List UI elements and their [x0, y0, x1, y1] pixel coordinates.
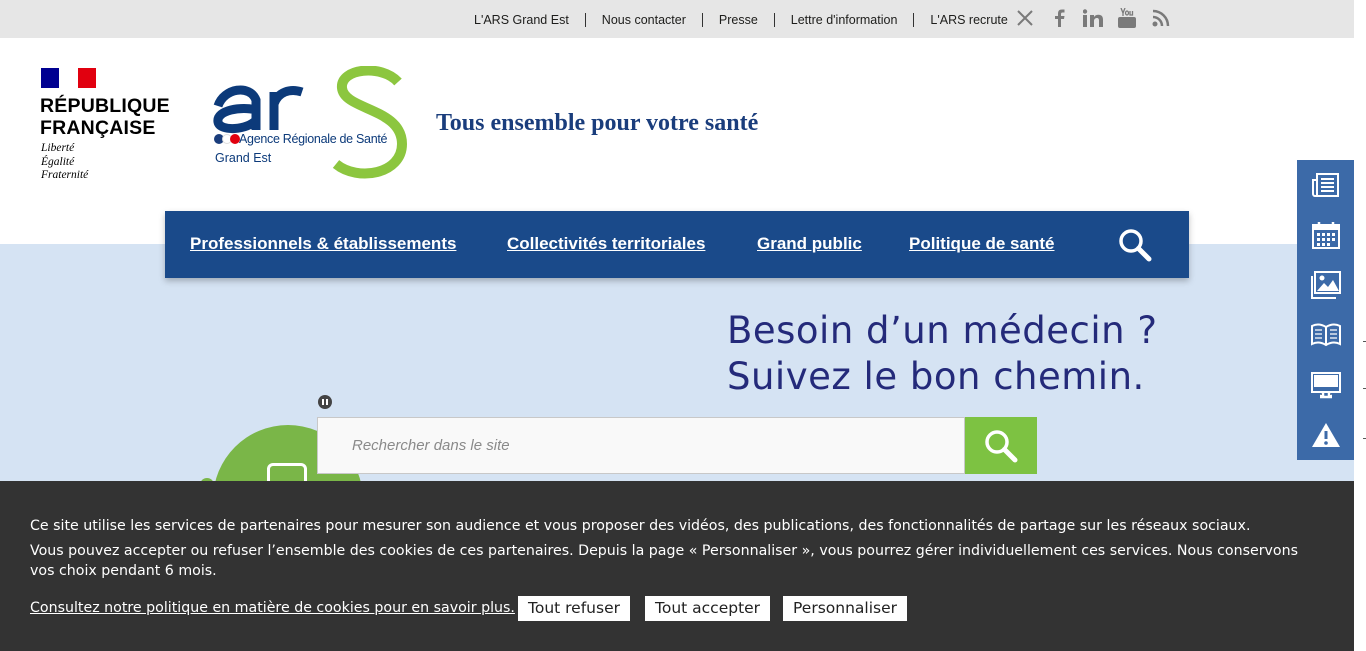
- top-link-contact[interactable]: Nous contacter: [602, 12, 686, 28]
- hero-title: Besoin d’un médecin ? Suivez le bon chem…: [727, 309, 1158, 398]
- republique-motto: Liberté Égalité Fraternité: [41, 142, 89, 181]
- customize-button[interactable]: Personnaliser: [783, 596, 908, 621]
- linkedin-icon[interactable]: [1082, 7, 1104, 29]
- search-icon[interactable]: [1117, 227, 1153, 263]
- search-submit-button[interactable]: [965, 417, 1037, 474]
- x-icon[interactable]: [1014, 7, 1036, 29]
- newspaper-icon[interactable]: [1297, 160, 1354, 210]
- facebook-icon[interactable]: [1048, 7, 1070, 29]
- social-links: [1014, 7, 1172, 29]
- top-utility-bar: L'ARS Grand Est Nous contacter Presse Le…: [0, 0, 1354, 38]
- nav-grand-public[interactable]: Grand public: [757, 234, 862, 254]
- site-tagline: Tous ensemble pour votre santé: [436, 110, 759, 136]
- cookie-policy-link[interactable]: Consultez notre politique en matière de …: [30, 598, 515, 618]
- rss-icon[interactable]: [1150, 7, 1172, 29]
- separator: [773, 13, 775, 27]
- cookie-text-2: Vous pouvez accepter ou refuser l’ensemb…: [30, 543, 1298, 579]
- republique-francaise-name: RÉPUBLIQUE FRANÇAISE: [40, 95, 170, 139]
- cookie-banner: Ce site utilise les services de partenai…: [0, 481, 1354, 651]
- site-search: [317, 417, 1037, 474]
- ars-color-dots: [214, 134, 240, 144]
- scrollbar[interactable]: [1354, 0, 1366, 651]
- accept-all-button[interactable]: Tout accepter: [645, 596, 771, 621]
- top-link-recrute[interactable]: L'ARS recrute: [930, 12, 1007, 28]
- nav-professionnels[interactable]: Professionnels & établissements: [190, 234, 456, 254]
- top-link-presse[interactable]: Presse: [719, 12, 758, 28]
- nav-politique-sante[interactable]: Politique de santé: [909, 234, 1054, 254]
- warning-icon[interactable]: [1297, 410, 1354, 460]
- separator: [701, 13, 703, 27]
- youtube-icon[interactable]: [1116, 7, 1138, 29]
- search-input[interactable]: [317, 417, 965, 474]
- ars-subtitle: Agence Régionale de Santé: [239, 132, 388, 146]
- marianne-flag-logo[interactable]: [41, 68, 96, 88]
- separator: [913, 13, 915, 27]
- main-navigation: Professionnels & établissements Collecti…: [165, 211, 1189, 278]
- book-icon[interactable]: [1297, 310, 1354, 360]
- monitor-icon[interactable]: [1297, 360, 1354, 410]
- top-link-ars-grand-est[interactable]: L'ARS Grand Est: [474, 12, 569, 28]
- pause-carousel-button[interactable]: [318, 395, 332, 409]
- top-link-newsletter[interactable]: Lettre d'information: [791, 12, 898, 28]
- separator: [584, 13, 586, 27]
- calendar-icon[interactable]: [1297, 210, 1354, 260]
- cookie-text-1: Ce site utilise les services de partenai…: [30, 518, 1251, 534]
- nav-collectivites[interactable]: Collectivités territoriales: [507, 234, 705, 254]
- side-toolbar: [1297, 160, 1354, 460]
- search-icon: [985, 429, 1018, 462]
- gallery-icon[interactable]: [1297, 260, 1354, 310]
- ars-region: Grand Est: [215, 151, 272, 165]
- refuse-all-button[interactable]: Tout refuser: [518, 596, 630, 621]
- top-links: L'ARS Grand Est Nous contacter Presse Le…: [474, 12, 1008, 28]
